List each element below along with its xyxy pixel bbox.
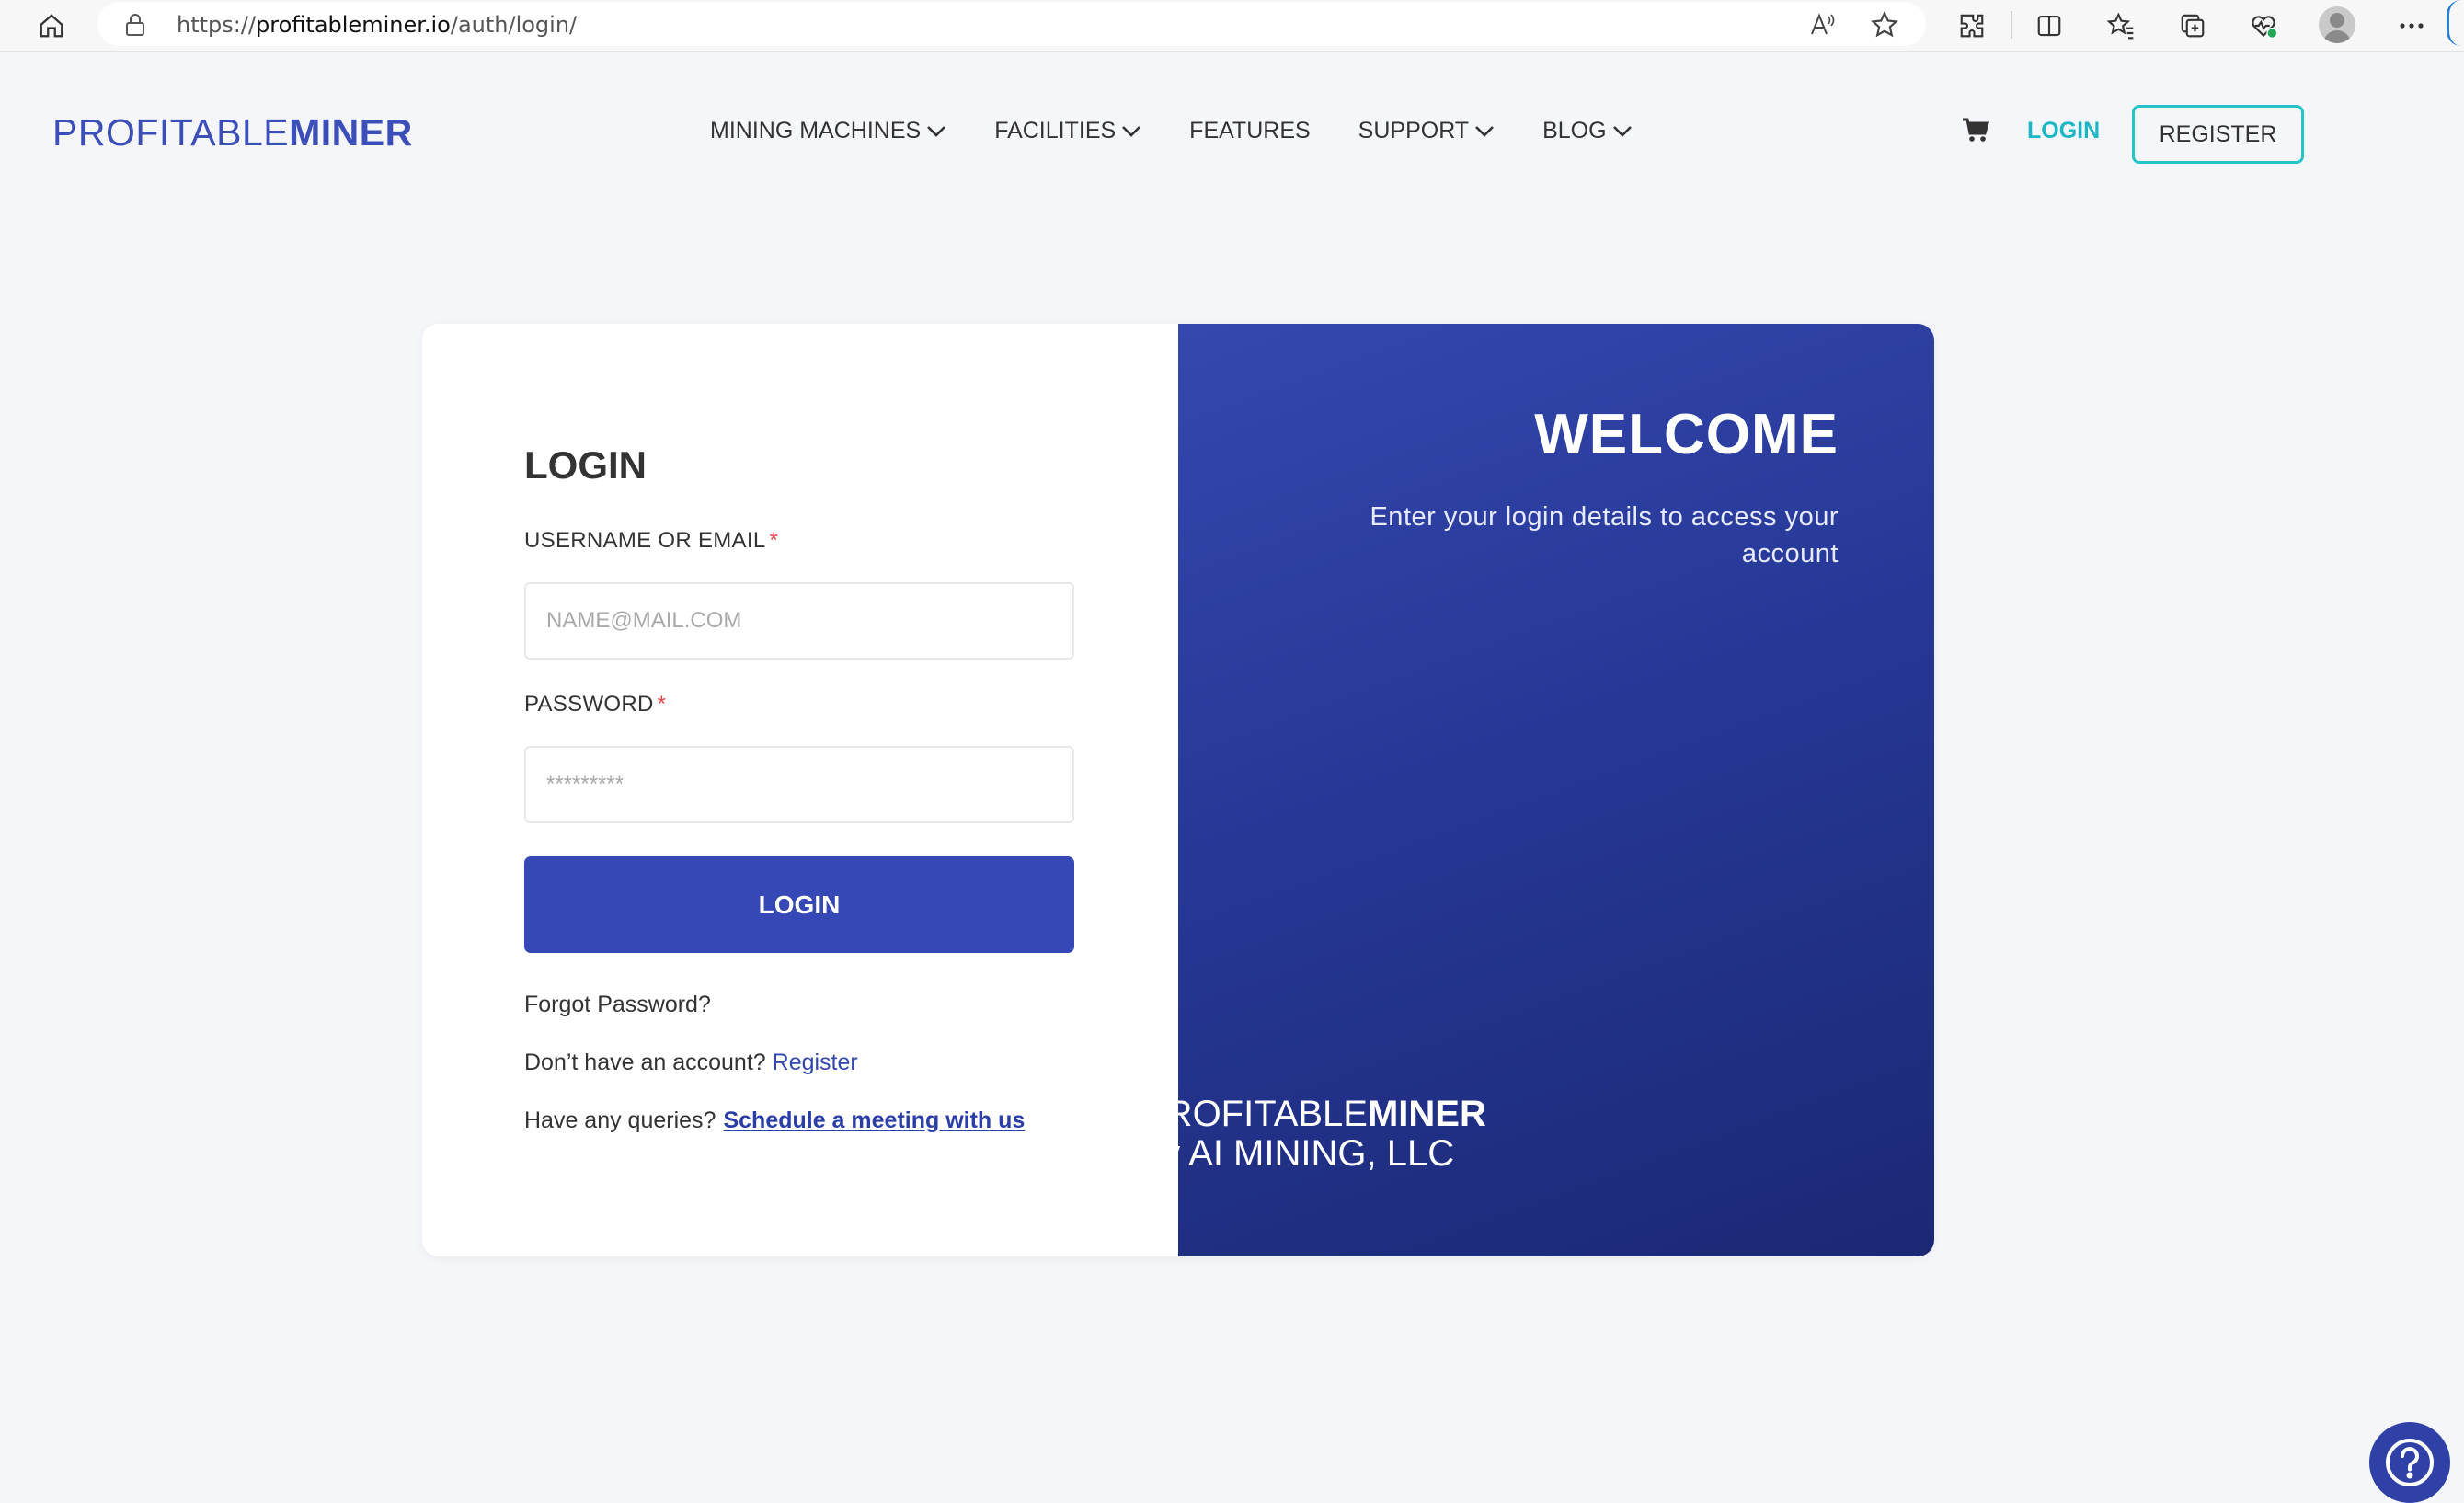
password-label-text: PASSWORD xyxy=(524,692,654,717)
required-marker: * xyxy=(769,528,779,553)
nav-facilities[interactable]: FACILITIES xyxy=(994,118,1141,144)
nav-label: SUPPORT xyxy=(1358,118,1470,143)
password-input[interactable] xyxy=(524,746,1074,823)
password-label: PASSWORD * xyxy=(524,692,666,717)
required-marker: * xyxy=(657,692,667,717)
logo-light-text: PROFITABLE xyxy=(52,111,290,154)
login-submit-button[interactable]: LOGIN xyxy=(524,856,1074,953)
nav-mining-machines[interactable]: MINING MACHINES xyxy=(710,118,946,144)
site-logo[interactable]: PROFITABLEMINER xyxy=(52,111,413,155)
logo-bold-text: MINER xyxy=(289,111,413,154)
welcome-title: WELCOME xyxy=(1534,403,1839,466)
nav-label: FACILITIES xyxy=(994,118,1117,143)
chevron-down-icon xyxy=(1122,125,1141,137)
brand-footer: PROFITABLEMINER by AI MINING, LLC xyxy=(1141,1095,1486,1174)
chevron-down-icon xyxy=(927,125,946,137)
username-input[interactable] xyxy=(524,582,1074,660)
split-screen-icon[interactable] xyxy=(2031,7,2068,44)
more-options-icon[interactable] xyxy=(2393,7,2430,44)
collections-icon[interactable] xyxy=(2174,7,2211,44)
header-register-button[interactable]: REGISTER xyxy=(2132,105,2304,164)
username-label: USERNAME OR EMAIL * xyxy=(524,528,778,554)
nav-features[interactable]: FEATURES xyxy=(1189,118,1311,144)
url-prefix: https:// xyxy=(177,12,257,38)
nav-support[interactable]: SUPPORT xyxy=(1358,118,1495,144)
schedule-meeting-link[interactable]: Schedule a meeting with us xyxy=(723,1107,1025,1133)
main-nav: MINING MACHINES FACILITIES FEATURES SUPP… xyxy=(710,118,1680,144)
nav-label: MINING MACHINES xyxy=(710,118,922,143)
extensions-icon[interactable] xyxy=(1954,7,1990,44)
header-login-link[interactable]: LOGIN xyxy=(2027,118,2100,144)
chevron-down-icon xyxy=(1612,125,1632,137)
forgot-password-link[interactable]: Forgot Password? xyxy=(524,992,711,1018)
browser-toolbar: https://profitableminer.io/auth/login/ xyxy=(0,0,2464,52)
toolbar-divider xyxy=(2011,11,2012,39)
register-link[interactable]: Register xyxy=(773,1050,858,1075)
help-chat-button[interactable] xyxy=(2369,1422,2450,1503)
username-label-text: USERNAME OR EMAIL xyxy=(524,528,766,553)
question-mark-icon xyxy=(2386,1439,2434,1486)
queries-text: Have any queries? xyxy=(524,1107,716,1133)
read-aloud-icon[interactable] xyxy=(1806,9,1838,40)
brand-logo-text: PROFITABLEMINER xyxy=(1141,1095,1486,1134)
cart-icon[interactable] xyxy=(1962,118,1989,148)
welcome-subtitle: Enter your login details to access your … xyxy=(1370,502,1839,568)
sidebar-edge-indicator xyxy=(2447,0,2464,46)
nav-blog[interactable]: BLOG xyxy=(1542,118,1632,144)
lock-icon[interactable] xyxy=(125,13,145,41)
no-account-text: Don’t have an account? xyxy=(524,1050,766,1075)
nav-label: BLOG xyxy=(1542,118,1607,143)
queries-prompt: Have any queries? Schedule a meeting with… xyxy=(524,1107,1025,1134)
brand-light-text: PROFITABLE xyxy=(1141,1094,1368,1134)
address-bar[interactable]: https://profitableminer.io/auth/login/ xyxy=(97,2,1926,46)
chevron-down-icon xyxy=(1475,125,1494,137)
login-title: LOGIN xyxy=(524,443,647,487)
browser-essentials-icon[interactable] xyxy=(2245,7,2282,44)
url-text[interactable]: https://profitableminer.io/auth/login/ xyxy=(177,12,577,38)
favorite-star-icon[interactable] xyxy=(1869,9,1900,40)
login-card: LOGIN USERNAME OR EMAIL* PASSWORD* LOGIN… xyxy=(422,324,1934,1256)
url-domain: profitableminer.io xyxy=(256,12,451,38)
register-prompt: Don’t have an account? Register xyxy=(524,1050,858,1076)
brand-bold-text: MINER xyxy=(1367,1094,1486,1134)
company-name: by AI MINING, LLC xyxy=(1141,1133,1455,1174)
login-form-pane: LOGIN USERNAME OR EMAIL* PASSWORD* LOGIN… xyxy=(422,324,1178,1256)
favorites-icon[interactable] xyxy=(2103,7,2139,44)
profile-avatar[interactable] xyxy=(2319,6,2355,43)
url-path: /auth/login/ xyxy=(450,12,578,38)
nav-label: FEATURES xyxy=(1189,118,1311,143)
home-icon[interactable] xyxy=(35,9,68,42)
